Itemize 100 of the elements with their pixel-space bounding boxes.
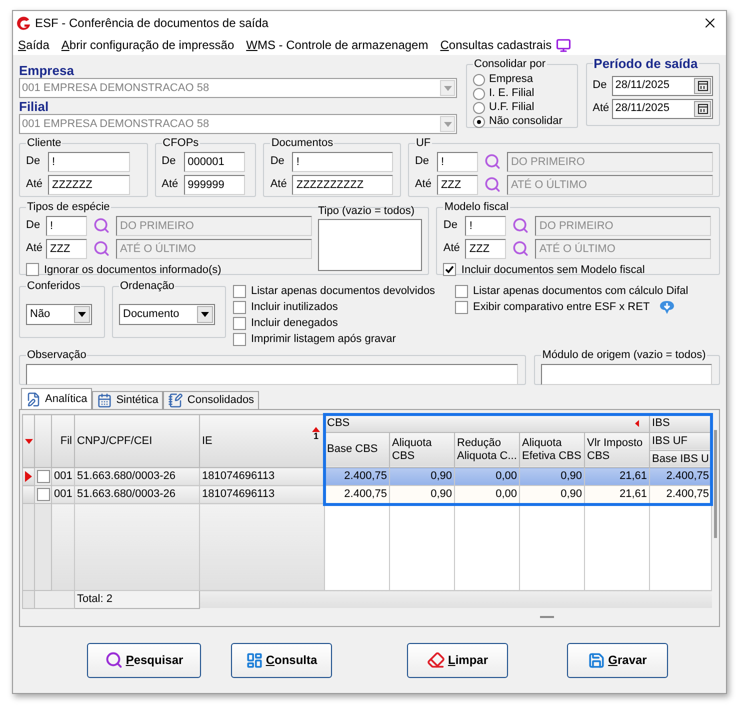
text-field[interactable]: ZZZ <box>46 238 87 258</box>
field-label: Empresa <box>19 63 75 78</box>
dropdown[interactable]: 001 EMPRESA DEMONSTRACAO 58 <box>19 78 457 98</box>
group-title: Observação <box>26 348 88 363</box>
text-field[interactable]: ! <box>292 152 394 172</box>
table-cell: 51.663.680/0003-26 <box>74 486 200 504</box>
text-field[interactable] <box>26 364 518 384</box>
sort-up-icon <box>312 427 320 432</box>
checkbox[interactable] <box>233 284 246 298</box>
clear-button[interactable]: Limpar <box>407 642 508 678</box>
dropdown[interactable]: Documento <box>119 304 215 324</box>
table-cell: 21,61 <box>584 486 650 504</box>
pencil-document-icon <box>26 392 41 406</box>
radio-button[interactable] <box>473 88 485 100</box>
table-cell: 2.400,75 <box>324 468 390 486</box>
checkbox[interactable] <box>455 284 468 298</box>
save-button[interactable]: Gravar <box>567 642 668 678</box>
text-field[interactable] <box>541 364 712 384</box>
checkbox[interactable] <box>233 332 246 346</box>
text-field[interactable]: ! <box>436 152 478 172</box>
field-label: De <box>26 218 42 234</box>
table-cell: 0,90 <box>520 486 584 504</box>
query-button[interactable]: Consulta <box>231 642 332 678</box>
column-header[interactable]: Aliquota CBS <box>390 432 454 468</box>
radio-button[interactable] <box>473 102 485 114</box>
table-cell: 2.400,75 <box>324 486 390 504</box>
menu-item[interactable]: WMS - Controle de armazenagem <box>246 36 428 54</box>
field-label: Até <box>26 241 44 256</box>
radio-button[interactable] <box>473 74 485 86</box>
table-cell: 0,00 <box>454 486 520 504</box>
radio-label: Não consolidar <box>489 114 562 130</box>
calendar-icon[interactable] <box>694 100 711 116</box>
column-header[interactable] <box>22 414 34 468</box>
date-field[interactable]: 28/11/2025 <box>612 98 713 118</box>
text-field[interactable]: ! <box>48 152 130 172</box>
collapse-arrow-icon[interactable] <box>635 420 640 427</box>
checkbox-label: Ignorar os documentos informado(s) <box>44 262 222 278</box>
text-field[interactable]: ZZZZZZZZZZ <box>292 174 394 194</box>
column-header[interactable]: Vlr Imposto CBS <box>584 432 650 468</box>
text-field[interactable]: ZZZ <box>465 238 506 258</box>
dropdown[interactable]: 001 EMPRESA DEMONSTRACAO 58 <box>19 114 457 134</box>
search-icon[interactable] <box>484 153 501 170</box>
text-field[interactable]: 000001 <box>184 152 245 172</box>
text-field[interactable]: ! <box>46 216 87 236</box>
text-field[interactable]: ! <box>465 216 506 236</box>
menu-item[interactable]: Consultas cadastrais <box>440 36 552 54</box>
column-header[interactable]: Base CBS <box>324 432 390 468</box>
date-field[interactable]: 28/11/2025 <box>612 76 713 96</box>
search-icon[interactable] <box>512 217 530 234</box>
checkbox[interactable] <box>443 263 456 276</box>
column-header[interactable]: Base IBS U <box>650 450 712 468</box>
group-title: Período de saída <box>592 55 699 73</box>
checkbox[interactable] <box>455 300 468 314</box>
checkbox[interactable] <box>233 316 246 330</box>
calendar-icon[interactable] <box>694 78 711 94</box>
table-cell: 2.400,75 <box>650 468 712 486</box>
text-field[interactable]: ZZZZZZ <box>48 174 130 194</box>
column-header[interactable]: CNPJ/CPF/CEI <box>74 414 200 468</box>
splitter-grip[interactable] <box>540 616 554 618</box>
group-title: Consolidar por <box>473 57 547 72</box>
checkbox[interactable] <box>233 300 246 314</box>
checkbox[interactable] <box>26 263 39 276</box>
search-icon[interactable] <box>484 176 501 193</box>
text-field[interactable]: 999999 <box>184 174 245 194</box>
info-balloon-icon[interactable] <box>658 300 675 314</box>
radio-button[interactable] <box>473 116 485 128</box>
monitor-icon[interactable] <box>556 38 571 52</box>
sort-rank: 1 <box>313 432 318 441</box>
checkbox[interactable] <box>36 488 50 501</box>
column-header[interactable]: Fil <box>52 414 74 468</box>
table-cell: 181074696113 <box>200 486 324 504</box>
search-icon[interactable] <box>93 240 110 257</box>
column-header[interactable]: IE 1 <box>200 414 324 468</box>
text-field[interactable]: ZZZ <box>436 174 478 194</box>
menu-item[interactable]: Abrir configuração de impressão <box>61 36 234 54</box>
field-label: Até <box>162 177 180 192</box>
column-header[interactable]: Redução Aliquota C... <box>454 432 520 468</box>
tab[interactable]: Analítica <box>21 388 92 409</box>
search-icon[interactable] <box>93 217 110 234</box>
search-icon[interactable] <box>512 240 530 257</box>
table-cell: 0,00 <box>454 468 520 486</box>
band-header: IBS UF <box>650 432 712 450</box>
table-cell: 181074696113 <box>200 468 324 486</box>
menu-item[interactable]: Saída <box>18 36 50 54</box>
list-box[interactable] <box>318 219 422 271</box>
table-cell: 2.400,75 <box>650 486 712 504</box>
total-count: Total: 2 <box>74 590 200 608</box>
checkbox-label: Listar apenas documentos com cálculo Difal <box>473 284 688 299</box>
search-button[interactable]: Pesquisar <box>87 642 201 678</box>
checkbox-label: Incluir denegados <box>251 316 338 331</box>
checkbox[interactable] <box>36 470 50 483</box>
group-title: Tipos de espécie <box>26 200 111 215</box>
group-title: Conferidos <box>26 279 82 294</box>
table-cell: 0,90 <box>390 486 454 504</box>
checkbox-label: Incluir inutilizados <box>251 300 338 315</box>
eraser-icon <box>426 651 445 669</box>
tab[interactable]: Consolidados <box>163 391 260 409</box>
dropdown[interactable]: Não <box>26 304 92 324</box>
column-header[interactable]: Aliquota Efetiva CBS <box>520 432 584 468</box>
tab[interactable]: Sintética <box>92 391 164 409</box>
